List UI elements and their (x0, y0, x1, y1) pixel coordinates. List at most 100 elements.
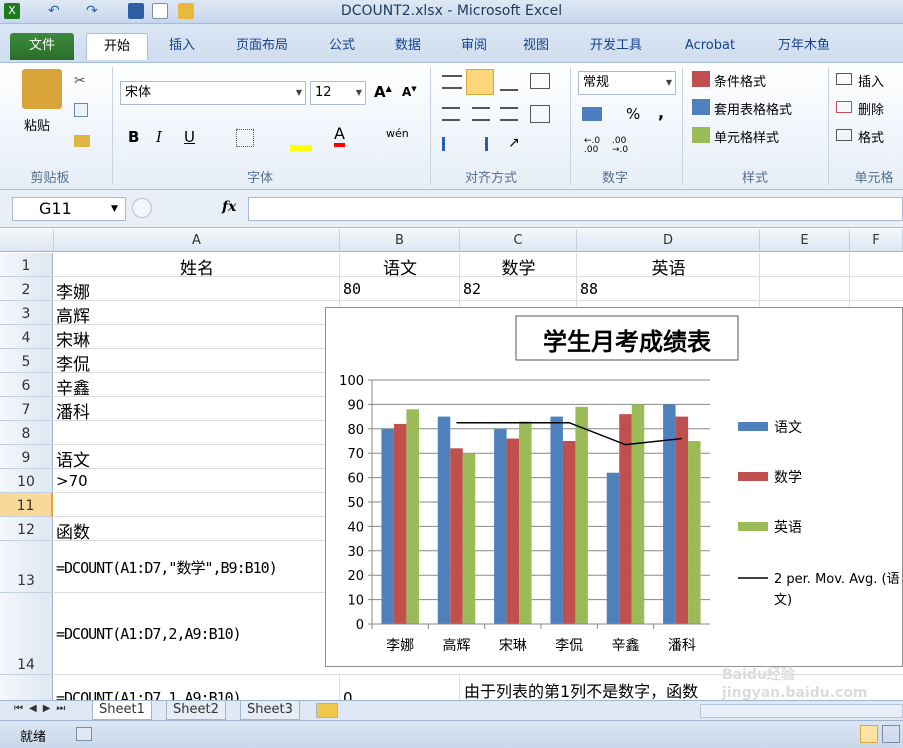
column-header-b[interactable]: B (340, 229, 460, 252)
tab-file[interactable]: 文件 (10, 33, 74, 60)
chart-area[interactable]: 学生月考成绩表 0 10 20 30 40 50 60 70 80 90 100 李娜 高辉 宋琳 李侃 辛… (325, 307, 903, 667)
cell-a14[interactable]: =DCOUNT(A1:D7,2,A9:B10) (56, 625, 242, 643)
percent-button[interactable]: % (626, 105, 640, 123)
align-left-icon[interactable] (442, 107, 460, 121)
phonetic-button[interactable]: wén (386, 127, 409, 140)
tab-page-layout[interactable]: 页面布局 (222, 33, 302, 60)
conditional-format-icon[interactable] (692, 71, 710, 87)
column-header-c[interactable]: C (460, 229, 577, 252)
horizontal-scrollbar[interactable] (700, 704, 903, 718)
insert-cells-button[interactable]: 插入 (858, 71, 884, 90)
normal-view-icon[interactable] (860, 725, 878, 743)
copy-icon[interactable] (74, 103, 88, 117)
cell-a7[interactable]: 潘科 (56, 398, 90, 423)
cell-a5[interactable]: 李侃 (56, 350, 90, 375)
cell-d1[interactable]: 英语 (577, 254, 760, 279)
number-format-combo[interactable]: 常规 ▼ (578, 71, 676, 95)
border-icon[interactable] (236, 129, 254, 147)
row-header-15[interactable] (0, 675, 53, 701)
tab-developer[interactable]: 开发工具 (578, 33, 654, 60)
cell-a3[interactable]: 高辉 (56, 302, 90, 327)
shrink-font-button[interactable]: A▼ (402, 85, 417, 99)
merge-center-icon[interactable] (530, 105, 550, 123)
formula-cancel-icon[interactable] (132, 198, 152, 218)
row-header-8[interactable]: 8 (0, 421, 53, 445)
insert-sheet-icon[interactable] (316, 703, 338, 718)
row-header-7[interactable]: 7 (0, 397, 53, 421)
cell-b2[interactable]: 80 (343, 280, 361, 298)
column-header-d[interactable]: D (577, 229, 760, 252)
sheet-nav-icons[interactable]: ⏮◀▶⏭ (14, 703, 71, 714)
font-name-combo[interactable]: 宋体 ▼ (120, 81, 306, 105)
cell-b1[interactable]: 语文 (340, 254, 460, 279)
column-header-f[interactable]: F (850, 229, 903, 252)
decrease-indent-icon[interactable] (442, 137, 460, 151)
orientation-icon[interactable]: ↗ (508, 135, 520, 151)
page-layout-view-icon[interactable] (882, 725, 900, 743)
tab-acrobat[interactable]: Acrobat (672, 33, 748, 60)
row-header-9[interactable]: 9 (0, 445, 53, 469)
insert-cells-icon[interactable] (836, 73, 852, 85)
format-cells-icon[interactable] (836, 129, 852, 141)
format-cells-button[interactable]: 格式 (858, 127, 884, 146)
row-header-10[interactable]: 10 (0, 469, 53, 493)
comma-button[interactable]: , (658, 103, 664, 122)
italic-button[interactable]: I (156, 128, 162, 146)
cell-c15[interactable]: 由于列表的第1列不是数字，函数 (464, 678, 698, 702)
underline-button[interactable]: U (184, 128, 195, 146)
cell-styles-button[interactable]: 单元格样式 (714, 127, 779, 146)
row-header-13[interactable]: 13 (0, 541, 53, 593)
tab-formulas[interactable]: 公式 (316, 33, 368, 60)
insert-function-button[interactable]: fx (222, 199, 236, 215)
paste-icon[interactable] (22, 69, 62, 109)
align-middle-icon[interactable] (466, 69, 494, 95)
wrap-text-icon[interactable] (530, 73, 550, 89)
cell-a4[interactable]: 宋琳 (56, 326, 90, 351)
align-right-icon[interactable] (500, 107, 518, 121)
tab-view[interactable]: 视图 (510, 33, 562, 60)
cell-a9[interactable]: 语文 (56, 446, 90, 471)
format-painter-icon[interactable] (74, 135, 90, 147)
tab-data[interactable]: 数据 (382, 33, 434, 60)
paste-button[interactable]: 粘贴 (24, 115, 50, 134)
sheet-tab-1[interactable]: Sheet1 (92, 701, 152, 720)
row-header-3[interactable]: 3 (0, 301, 53, 325)
increase-decimal-icon[interactable]: ←.0.00 (584, 137, 600, 155)
tab-insert[interactable]: 插入 (156, 33, 208, 60)
row-header-12[interactable]: 12 (0, 517, 53, 541)
formula-input[interactable] (248, 197, 903, 221)
column-header-a[interactable]: A (54, 229, 340, 252)
cell-a10[interactable]: >70 (56, 472, 88, 490)
grow-font-button[interactable]: A▲ (374, 83, 392, 101)
format-table-button[interactable]: 套用表格格式 (714, 99, 792, 118)
select-all-corner[interactable] (0, 229, 54, 252)
sheet-tab-3[interactable]: Sheet3 (240, 701, 300, 720)
cell-a2[interactable]: 李娜 (56, 278, 90, 303)
tab-review[interactable]: 审阅 (448, 33, 500, 60)
currency-icon[interactable] (582, 107, 602, 121)
delete-cells-button[interactable]: 删除 (858, 99, 884, 118)
cut-icon[interactable]: ✂ (74, 73, 86, 89)
align-bottom-icon[interactable] (500, 77, 518, 91)
align-center-icon[interactable] (472, 107, 490, 121)
cell-styles-icon[interactable] (692, 127, 710, 143)
align-top-icon[interactable] (442, 75, 462, 89)
tab-home[interactable]: 开始 (86, 33, 148, 60)
tab-wannian[interactable]: 万年木鱼 (762, 33, 846, 60)
name-box[interactable]: G11 ▼ (12, 197, 126, 221)
bold-button[interactable]: B (128, 128, 139, 146)
row-header-6[interactable]: 6 (0, 373, 53, 397)
row-header-5[interactable]: 5 (0, 349, 53, 373)
delete-cells-icon[interactable] (836, 101, 852, 113)
row-header-11[interactable]: 11 (0, 493, 53, 517)
cell-a6[interactable]: 辛鑫 (56, 374, 90, 399)
row-header-2[interactable]: 2 (0, 277, 53, 301)
column-header-e[interactable]: E (760, 229, 850, 252)
font-color-button[interactable]: A (334, 125, 345, 147)
macro-record-icon[interactable] (76, 727, 92, 741)
cell-a12[interactable]: 函数 (56, 518, 90, 543)
format-table-icon[interactable] (692, 99, 710, 115)
increase-indent-icon[interactable] (470, 137, 488, 151)
conditional-format-button[interactable]: 条件格式 (714, 71, 766, 90)
fill-color-icon[interactable] (290, 145, 312, 151)
